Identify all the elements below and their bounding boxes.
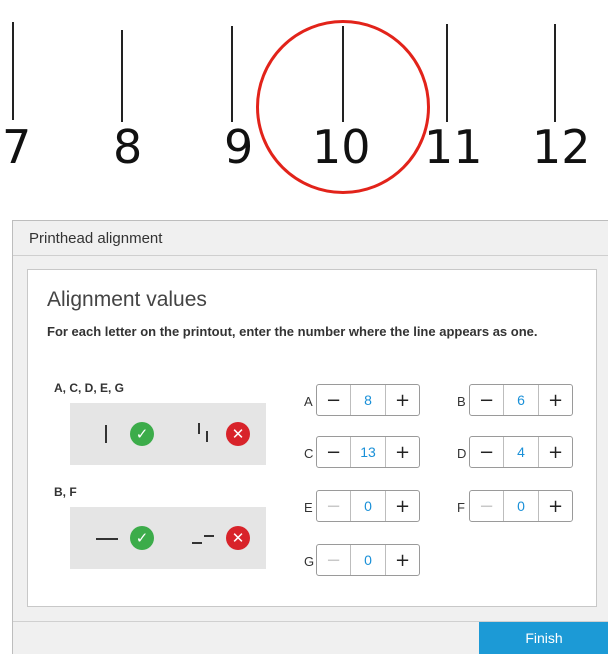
increment-button-f[interactable]: + (538, 491, 572, 521)
highlight-circle (256, 20, 430, 194)
offset-horizontal-lines-icon (204, 535, 214, 537)
x-icon: ✕ (226, 422, 250, 446)
finish-button[interactable]: Finish (479, 622, 608, 654)
increment-button-a[interactable]: + (385, 385, 419, 415)
ruler-tick (121, 30, 123, 122)
field-label-g: G (304, 554, 315, 569)
instructions-text: For each letter on the printout, enter t… (47, 324, 538, 339)
stepper-b: − 6 + (469, 384, 573, 416)
dialog-title: Printhead alignment (13, 221, 608, 256)
example-wrong-vertical: ✕ (166, 403, 266, 465)
field-label-e: E (304, 500, 313, 515)
value-e[interactable]: 0 (351, 491, 385, 521)
ruler-number: 8 (113, 120, 143, 174)
field-label-f: F (457, 500, 465, 515)
value-c[interactable]: 13 (351, 437, 385, 467)
decrement-button-b[interactable]: − (470, 385, 504, 415)
single-vertical-line-icon (105, 425, 107, 443)
decrement-button-c[interactable]: − (317, 437, 351, 467)
group-label-horizontal: B, F (54, 485, 77, 499)
increment-button-g[interactable]: + (385, 545, 419, 575)
field-label-c: C (304, 446, 314, 461)
field-label-a: A (304, 394, 313, 409)
stepper-a: − 8 + (316, 384, 420, 416)
field-label-d: D (457, 446, 467, 461)
value-f[interactable]: 0 (504, 491, 538, 521)
increment-button-e[interactable]: + (385, 491, 419, 521)
decrement-button-e[interactable]: − (317, 491, 351, 521)
decrement-button-f[interactable]: − (470, 491, 504, 521)
value-b[interactable]: 6 (504, 385, 538, 415)
value-a[interactable]: 8 (351, 385, 385, 415)
value-g[interactable]: 0 (351, 545, 385, 575)
field-label-b: B (457, 394, 466, 409)
ruler-number: 7 (2, 120, 32, 174)
increment-button-c[interactable]: + (385, 437, 419, 467)
stepper-c: − 13 + (316, 436, 420, 468)
decrement-button-d[interactable]: − (470, 437, 504, 467)
decrement-button-a[interactable]: − (317, 385, 351, 415)
group-label-vertical: A, C, D, E, G (54, 381, 125, 395)
panel-title: Alignment values (47, 288, 207, 311)
alignment-ruler-illustration: 7 8 9 10 11 12 (0, 0, 608, 205)
ruler-number: 11 (424, 120, 483, 174)
x-icon: ✕ (226, 526, 250, 550)
ruler-number: 9 (224, 120, 254, 174)
printhead-alignment-dialog: Printhead alignment Alignment values For… (12, 220, 608, 654)
offset-vertical-lines-icon (206, 431, 208, 442)
offset-horizontal-lines-icon (192, 542, 202, 544)
offset-vertical-lines-icon (198, 423, 200, 434)
single-horizontal-line-icon (96, 538, 118, 540)
check-icon: ✓ (130, 526, 154, 550)
ruler-number: 12 (532, 120, 591, 174)
example-correct-horizontal: ✓ (70, 507, 170, 569)
value-d[interactable]: 4 (504, 437, 538, 467)
ruler-tick (231, 26, 233, 122)
example-wrong-horizontal: ✕ (166, 507, 266, 569)
example-correct-vertical: ✓ (70, 403, 170, 465)
alignment-values-panel: Alignment values For each letter on the … (27, 269, 597, 607)
stepper-f: − 0 + (469, 490, 573, 522)
increment-button-b[interactable]: + (538, 385, 572, 415)
ruler-tick (446, 24, 448, 122)
check-icon: ✓ (130, 422, 154, 446)
decrement-button-g[interactable]: − (317, 545, 351, 575)
stepper-e: − 0 + (316, 490, 420, 522)
ruler-tick (554, 24, 556, 122)
stepper-d: − 4 + (469, 436, 573, 468)
increment-button-d[interactable]: + (538, 437, 572, 467)
ruler-tick (12, 22, 14, 120)
stepper-g: − 0 + (316, 544, 420, 576)
